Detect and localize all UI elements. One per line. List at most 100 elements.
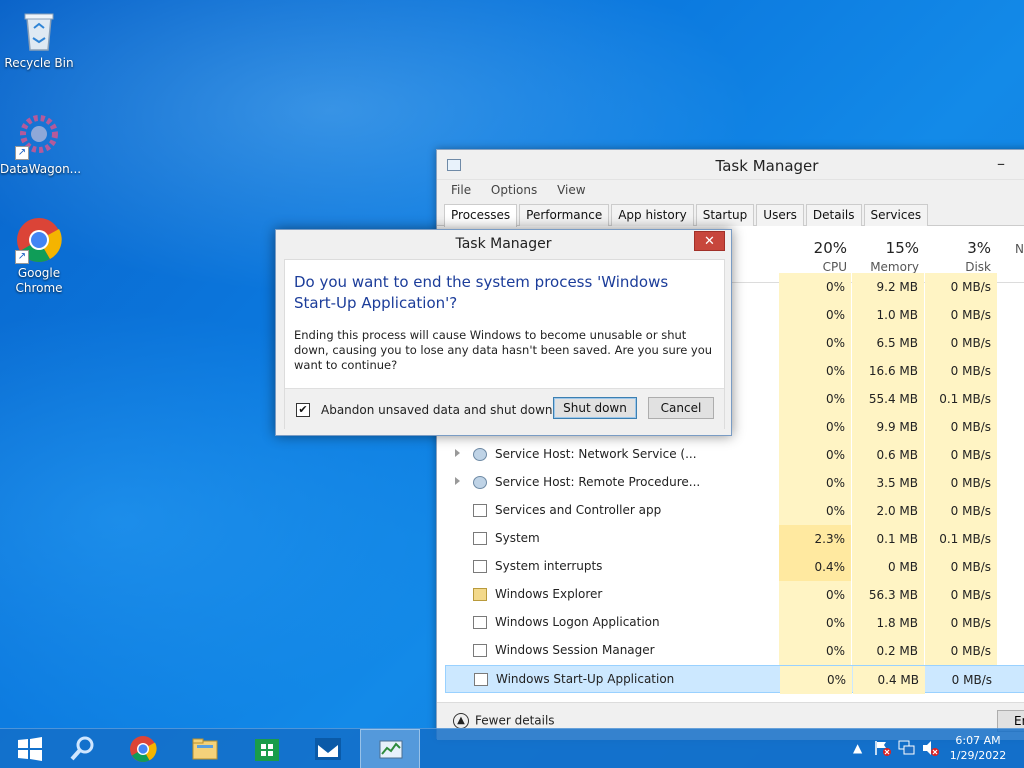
process-memory: 16.6 MB xyxy=(852,357,924,385)
clock-time: 6:07 AM xyxy=(955,734,1001,747)
process-cpu: 0% xyxy=(779,609,851,637)
dialog-close-button[interactable]: ✕ xyxy=(694,231,725,251)
column-header-disk[interactable]: 3% Disk xyxy=(923,239,991,274)
process-memory: 0.2 MB xyxy=(852,637,924,665)
process-row[interactable]: Windows Explorer 0% 56.3 MB 0 MB/s xyxy=(445,581,1024,609)
process-cpu: 0% xyxy=(779,581,851,609)
shut-down-button[interactable]: Shut down xyxy=(553,397,637,419)
task-manager-icon xyxy=(379,740,403,759)
process-memory: 2.0 MB xyxy=(852,497,924,525)
app-window-icon xyxy=(473,616,487,629)
taskbar-clock[interactable]: 6:07 AM 1/29/2022 xyxy=(944,733,1012,763)
expand-arrow-icon[interactable] xyxy=(455,477,460,485)
taskbar-file-explorer[interactable] xyxy=(175,729,235,768)
column-header-memory[interactable]: 15% Memory xyxy=(851,239,919,274)
menu-file[interactable]: File xyxy=(451,180,471,200)
desktop-icon-recycle-bin[interactable]: Recycle Bin xyxy=(0,6,78,71)
desktop-icon-label: DataWagon... xyxy=(0,162,82,176)
process-cpu: 0% xyxy=(779,273,851,301)
process-row[interactable]: Windows Session Manager 0% 0.2 MB 0 MB/s xyxy=(445,637,1024,665)
process-disk: 0 MB/s xyxy=(951,673,992,687)
process-disk: 0 MB/s xyxy=(925,329,997,357)
app-window-icon xyxy=(473,644,487,657)
process-memory: 9.2 MB xyxy=(852,273,924,301)
action-center-flag-icon[interactable] xyxy=(874,740,892,759)
abandon-data-checkbox[interactable]: ✔ xyxy=(296,403,310,417)
recycle-bin-icon xyxy=(15,6,63,54)
process-row[interactable]: System 2.3% 0.1 MB 0.1 MB/s xyxy=(445,525,1024,553)
minimize-button[interactable]: – xyxy=(997,154,1005,173)
gear-icon xyxy=(473,476,487,489)
process-row[interactable]: Service Host: Network Service (... 0% 0.6 … xyxy=(445,441,1024,469)
app-window-icon xyxy=(473,560,487,573)
tab-details[interactable]: Details xyxy=(805,204,862,226)
dialog-main-instruction: Do you want to end the system process 'W… xyxy=(294,273,669,312)
process-cpu: 0% xyxy=(779,413,851,441)
process-row[interactable]: Services and Controller app 0% 2.0 MB 0 MB/… xyxy=(445,497,1024,525)
process-name: Windows Explorer xyxy=(495,587,603,601)
process-cpu: 0% xyxy=(779,441,851,469)
expand-arrow-icon[interactable] xyxy=(455,449,460,457)
taskbar: ▲ 6:07 AM 1/29/2022 xyxy=(0,728,1024,768)
menu-bar: File Options View xyxy=(437,180,1024,200)
process-cpu: 0% xyxy=(779,357,851,385)
process-row[interactable]: Service Host: Remote Procedure... 0% 3.5 M… xyxy=(445,469,1024,497)
shortcut-arrow-icon: ↗ xyxy=(15,146,29,160)
process-name: Service Host: Network Service (... xyxy=(495,447,697,461)
store-icon xyxy=(255,739,279,761)
taskbar-store[interactable] xyxy=(237,729,297,768)
process-cpu: 0% xyxy=(779,329,851,357)
abandon-data-label[interactable]: Abandon unsaved data and shut down. xyxy=(321,403,556,417)
column-header-network[interactable]: N xyxy=(1015,239,1024,256)
tab-app-history[interactable]: App history xyxy=(611,204,694,226)
process-disk: 0 MB/s xyxy=(925,553,997,581)
tab-processes[interactable]: Processes xyxy=(444,204,518,227)
column-header-cpu[interactable]: 20% CPU xyxy=(779,239,847,274)
fewer-details-link[interactable]: ▲ Fewer details xyxy=(453,713,555,729)
end-process-dialog: Task Manager ✕ Do you want to end the sy… xyxy=(275,229,732,436)
desktop-icon-label: Recycle Bin xyxy=(4,56,74,70)
process-disk: 0 MB/s xyxy=(925,273,997,301)
menu-options[interactable]: Options xyxy=(491,180,537,200)
volume-muted-icon[interactable] xyxy=(922,740,940,759)
desktop-icon-google-chrome[interactable]: ↗ Google Chrome xyxy=(0,216,78,296)
process-disk: 0 MB/s xyxy=(925,301,997,329)
process-name: System xyxy=(495,531,540,545)
process-row[interactable]: System interrupts 0.4% 0 MB 0 MB/s xyxy=(445,553,1024,581)
process-name: Service Host: Remote Procedure... xyxy=(495,475,701,489)
process-disk: 0 MB/s xyxy=(925,637,997,665)
tab-performance[interactable]: Performance xyxy=(519,204,610,226)
cpu-total-percent: 20% xyxy=(813,239,847,257)
menu-view[interactable]: View xyxy=(557,180,585,200)
process-cpu: 0% xyxy=(779,637,851,665)
taskbar-search[interactable] xyxy=(52,729,112,768)
process-disk: 0 MB/s xyxy=(925,413,997,441)
process-row[interactable]: Windows Logon Application 0% 1.8 MB 0 MB/s xyxy=(445,609,1024,637)
process-memory: 56.3 MB xyxy=(852,581,924,609)
process-cpu: 0% xyxy=(780,666,852,694)
tab-startup[interactable]: Startup xyxy=(695,204,755,226)
process-memory: 0.6 MB xyxy=(852,441,924,469)
clock-date: 1/29/2022 xyxy=(949,749,1007,762)
show-hidden-icons-chevron-icon[interactable]: ▲ xyxy=(853,741,862,755)
tab-services[interactable]: Services xyxy=(863,204,929,226)
process-row[interactable]: Windows Start-Up Application 0% 0.4 MB 0 MB… xyxy=(445,665,1024,694)
taskbar-task-manager[interactable] xyxy=(360,729,420,768)
tab-users[interactable]: Users xyxy=(756,204,804,226)
network-icon[interactable] xyxy=(898,740,916,759)
window-title: Task Manager xyxy=(715,157,819,175)
app-window-icon xyxy=(474,673,488,686)
task-manager-titlebar[interactable]: Task Manager – xyxy=(437,150,1024,180)
start-button[interactable] xyxy=(0,729,60,768)
chrome-icon xyxy=(130,736,157,762)
disk-column-label: Disk xyxy=(965,260,991,274)
desktop-icon-datawagon[interactable]: ↗ DataWagon... xyxy=(0,112,82,177)
cancel-button[interactable]: Cancel xyxy=(648,397,714,419)
datawagon-icon: ↗ xyxy=(15,112,63,160)
taskbar-mail[interactable] xyxy=(298,729,358,768)
taskbar-chrome[interactable] xyxy=(113,729,173,768)
process-memory: 3.5 MB xyxy=(852,469,924,497)
process-cpu: 0% xyxy=(779,385,851,413)
folder-icon xyxy=(473,588,487,601)
process-cpu: 0% xyxy=(779,469,851,497)
